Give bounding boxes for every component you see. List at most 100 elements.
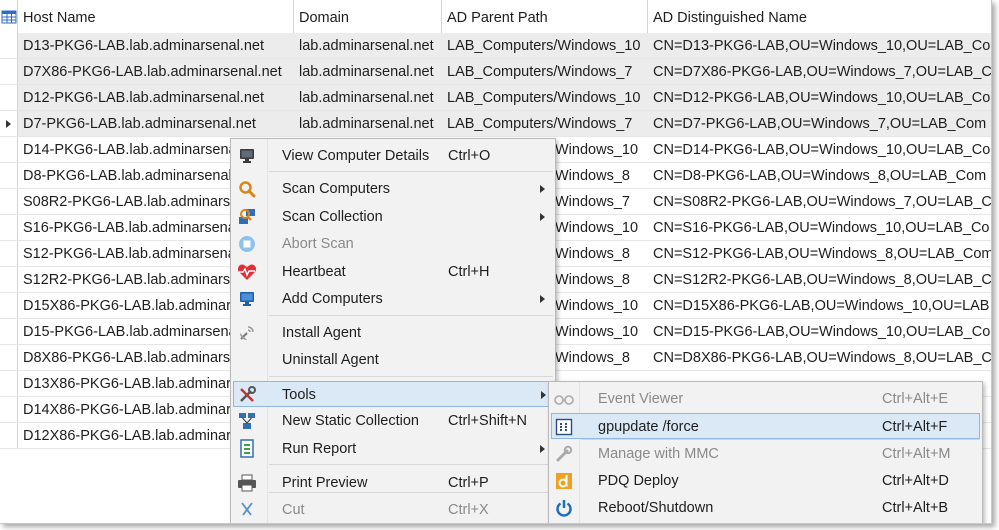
menu-item-uninstall-agent[interactable]: Uninstall Agent bbox=[231, 347, 555, 373]
table-row[interactable]: D12-PKG6-LAB.lab.adminarsenal.net lab.adm… bbox=[0, 85, 991, 111]
heart-icon bbox=[237, 262, 257, 282]
menu-item-shortcut: Ctrl+H bbox=[448, 264, 490, 280]
cell-ad-distinguished-name: CN=D12-PKG6-LAB,OU=Windows_10,OU=LAB_Co bbox=[653, 90, 991, 106]
menu-item-print-preview[interactable]: Print Preview Ctrl+P bbox=[231, 470, 555, 496]
window-frame: Host Name Domain AD Parent Path AD Disti… bbox=[0, 0, 992, 524]
row-header[interactable] bbox=[0, 33, 18, 58]
row-header[interactable] bbox=[0, 371, 18, 396]
column-header-ad-distinguished-name[interactable]: AD Distinguished Name bbox=[648, 0, 991, 33]
cell-domain: lab.adminarsenal.net bbox=[299, 38, 434, 54]
cell-domain: lab.adminarsenal.net bbox=[299, 64, 434, 80]
cell-ad-distinguished-name: CN=S12R2-PKG6-LAB,OU=Windows_8,OU=LAB_C bbox=[653, 272, 991, 288]
cell-ad-parent-path: Windows_8 bbox=[555, 350, 630, 366]
row-header[interactable] bbox=[0, 59, 18, 84]
menu-item-shortcut: Ctrl+Alt+F bbox=[882, 419, 948, 435]
cell-ad-parent-path: Windows_8 bbox=[555, 168, 630, 184]
row-header[interactable] bbox=[0, 241, 18, 266]
row-header[interactable] bbox=[0, 345, 18, 370]
menu-item-add-computers[interactable]: Add Computers bbox=[231, 286, 555, 312]
row-header[interactable] bbox=[0, 423, 18, 448]
menu-item-pdq-deploy[interactable]: PDQ Deploy Ctrl+Alt+D bbox=[549, 468, 982, 494]
network-icon bbox=[237, 411, 257, 431]
submenu-arrow-icon bbox=[540, 185, 545, 193]
menu-item-new-static-collection[interactable]: New Static Collection Ctrl+Shift+N bbox=[231, 408, 555, 434]
cell-ad-distinguished-name: CN=D7-PKG6-LAB,OU=Windows_7,OU=LAB_Com bbox=[653, 116, 987, 132]
cell-ad-parent-path: LAB_Computers/Windows_7 bbox=[447, 64, 633, 80]
cell-host-name: D7-PKG6-LAB.lab.adminarsenal.net bbox=[23, 116, 256, 132]
cell-host-name: D13-PKG6-LAB.lab.adminarsenal.net bbox=[23, 38, 264, 54]
add-monitor-icon bbox=[237, 289, 257, 309]
menu-item-install-agent[interactable]: Install Agent bbox=[231, 320, 555, 346]
row-header[interactable] bbox=[0, 397, 18, 422]
menu-item-label: Add Computers bbox=[282, 291, 383, 307]
menu-item-shortcut: Ctrl+Shift+N bbox=[448, 413, 527, 429]
cell-ad-parent-path: Windows_8 bbox=[555, 246, 630, 262]
menu-item-tools[interactable]: Tools bbox=[233, 381, 553, 407]
power-icon bbox=[554, 498, 574, 518]
table-row[interactable]: D7-PKG6-LAB.lab.adminarsenal.net lab.admi… bbox=[0, 111, 991, 137]
table-row[interactable]: D7X86-PKG6-LAB.lab.adminarsenal.net lab.a… bbox=[0, 59, 991, 85]
scissors-icon bbox=[237, 500, 257, 520]
scan-collection-icon bbox=[237, 207, 257, 227]
menu-separator bbox=[269, 464, 553, 465]
menu-item-abort-scan[interactable]: Abort Scan bbox=[231, 231, 555, 257]
menu-item-label: Heartbeat bbox=[282, 264, 346, 280]
table-row[interactable]: D13-PKG6-LAB.lab.adminarsenal.net lab.adm… bbox=[0, 33, 991, 59]
menu-item-label: Uninstall Agent bbox=[282, 352, 379, 368]
menu-item-label: Scan Collection bbox=[282, 209, 383, 225]
current-row-arrow-icon bbox=[6, 120, 11, 128]
cell-ad-distinguished-name: CN=D7X86-PKG6-LAB,OU=Windows_7,OU=LAB_C bbox=[653, 64, 991, 80]
cell-ad-distinguished-name: CN=D8-PKG6-LAB,OU=Windows_8,OU=LAB_Com bbox=[653, 168, 987, 184]
menu-item-reboot-shutdown[interactable]: Reboot/Shutdown Ctrl+Alt+B bbox=[549, 495, 982, 521]
row-header[interactable] bbox=[0, 215, 18, 240]
row-header[interactable] bbox=[0, 319, 18, 344]
menu-item-view-computer-details[interactable]: View Computer Details Ctrl+O bbox=[231, 143, 555, 169]
menu-item-shortcut: Ctrl+P bbox=[448, 475, 489, 491]
printer-icon bbox=[237, 473, 257, 493]
row-header[interactable] bbox=[0, 189, 18, 214]
cell-ad-distinguished-name: CN=D8X86-PKG6-LAB,OU=Windows_8,OU=LAB_C bbox=[653, 350, 991, 366]
row-header[interactable] bbox=[0, 85, 18, 110]
cell-ad-distinguished-name: CN=D15-PKG6-LAB,OU=Windows_10,OU=LAB_Co bbox=[653, 324, 991, 340]
column-header-ad-parent-path[interactable]: AD Parent Path bbox=[442, 0, 648, 33]
row-header[interactable] bbox=[0, 111, 18, 136]
menu-item-run-report[interactable]: Run Report bbox=[231, 436, 555, 462]
grid-select-all-icon[interactable] bbox=[0, 0, 18, 33]
report-icon bbox=[237, 439, 257, 459]
column-header-host-name[interactable]: Host Name bbox=[18, 0, 294, 33]
row-header[interactable] bbox=[0, 137, 18, 162]
cell-ad-parent-path: Windows_10 bbox=[555, 298, 639, 314]
pdq-deploy-icon bbox=[554, 471, 574, 491]
menu-item-label: View Computer Details bbox=[282, 148, 430, 164]
magnifier-icon bbox=[237, 179, 257, 199]
cell-ad-parent-path: LAB_Computers/Windows_10 bbox=[447, 38, 641, 54]
menu-item-label: Scan Computers bbox=[282, 181, 390, 197]
menu-item-manage-with-mmc[interactable]: Manage with MMC Ctrl+Alt+M bbox=[549, 441, 982, 467]
submenu-arrow-icon bbox=[541, 391, 546, 399]
row-header[interactable] bbox=[0, 293, 18, 318]
context-menu: View Computer Details Ctrl+O Scan Computer… bbox=[230, 138, 556, 523]
menu-item-shortcut: Ctrl+Alt+E bbox=[882, 391, 949, 407]
menu-item-scan-collection[interactable]: Scan Collection bbox=[231, 204, 555, 230]
menu-item-heartbeat[interactable]: Heartbeat Ctrl+H bbox=[231, 259, 555, 285]
cell-ad-distinguished-name: CN=D14-PKG6-LAB,OU=Windows_10,OU=LAB_Co bbox=[653, 142, 991, 158]
menu-separator bbox=[269, 171, 553, 172]
menu-item-gpupdate-force[interactable]: gpupdate /force Ctrl+Alt+F bbox=[551, 413, 980, 439]
menu-item-label: New Static Collection bbox=[282, 413, 419, 429]
cell-host-name: D12-PKG6-LAB.lab.adminarsenal.net bbox=[23, 90, 264, 106]
cell-ad-parent-path: Windows_8 bbox=[555, 272, 630, 288]
row-header[interactable] bbox=[0, 267, 18, 292]
stop-icon bbox=[237, 234, 257, 254]
menu-item-event-viewer[interactable]: Event Viewer Ctrl+Alt+E bbox=[549, 386, 982, 412]
cell-ad-distinguished-name: CN=S12-PKG6-LAB,OU=Windows_8,OU=LAB_Com bbox=[653, 246, 991, 262]
row-header[interactable] bbox=[0, 163, 18, 188]
menu-item-scan-computers[interactable]: Scan Computers bbox=[231, 176, 555, 202]
menu-item-label: Reboot/Shutdown bbox=[598, 500, 714, 516]
gpupdate-icon bbox=[554, 417, 574, 437]
glasses-icon bbox=[554, 389, 574, 409]
menu-item-cut[interactable]: Cut Ctrl+X bbox=[231, 497, 555, 523]
tools-icon bbox=[237, 385, 257, 405]
column-header-domain[interactable]: Domain bbox=[294, 0, 442, 33]
cell-host-name: D7X86-PKG6-LAB.lab.adminarsenal.net bbox=[23, 64, 282, 80]
cell-ad-parent-path: LAB_Computers/Windows_10 bbox=[447, 90, 641, 106]
